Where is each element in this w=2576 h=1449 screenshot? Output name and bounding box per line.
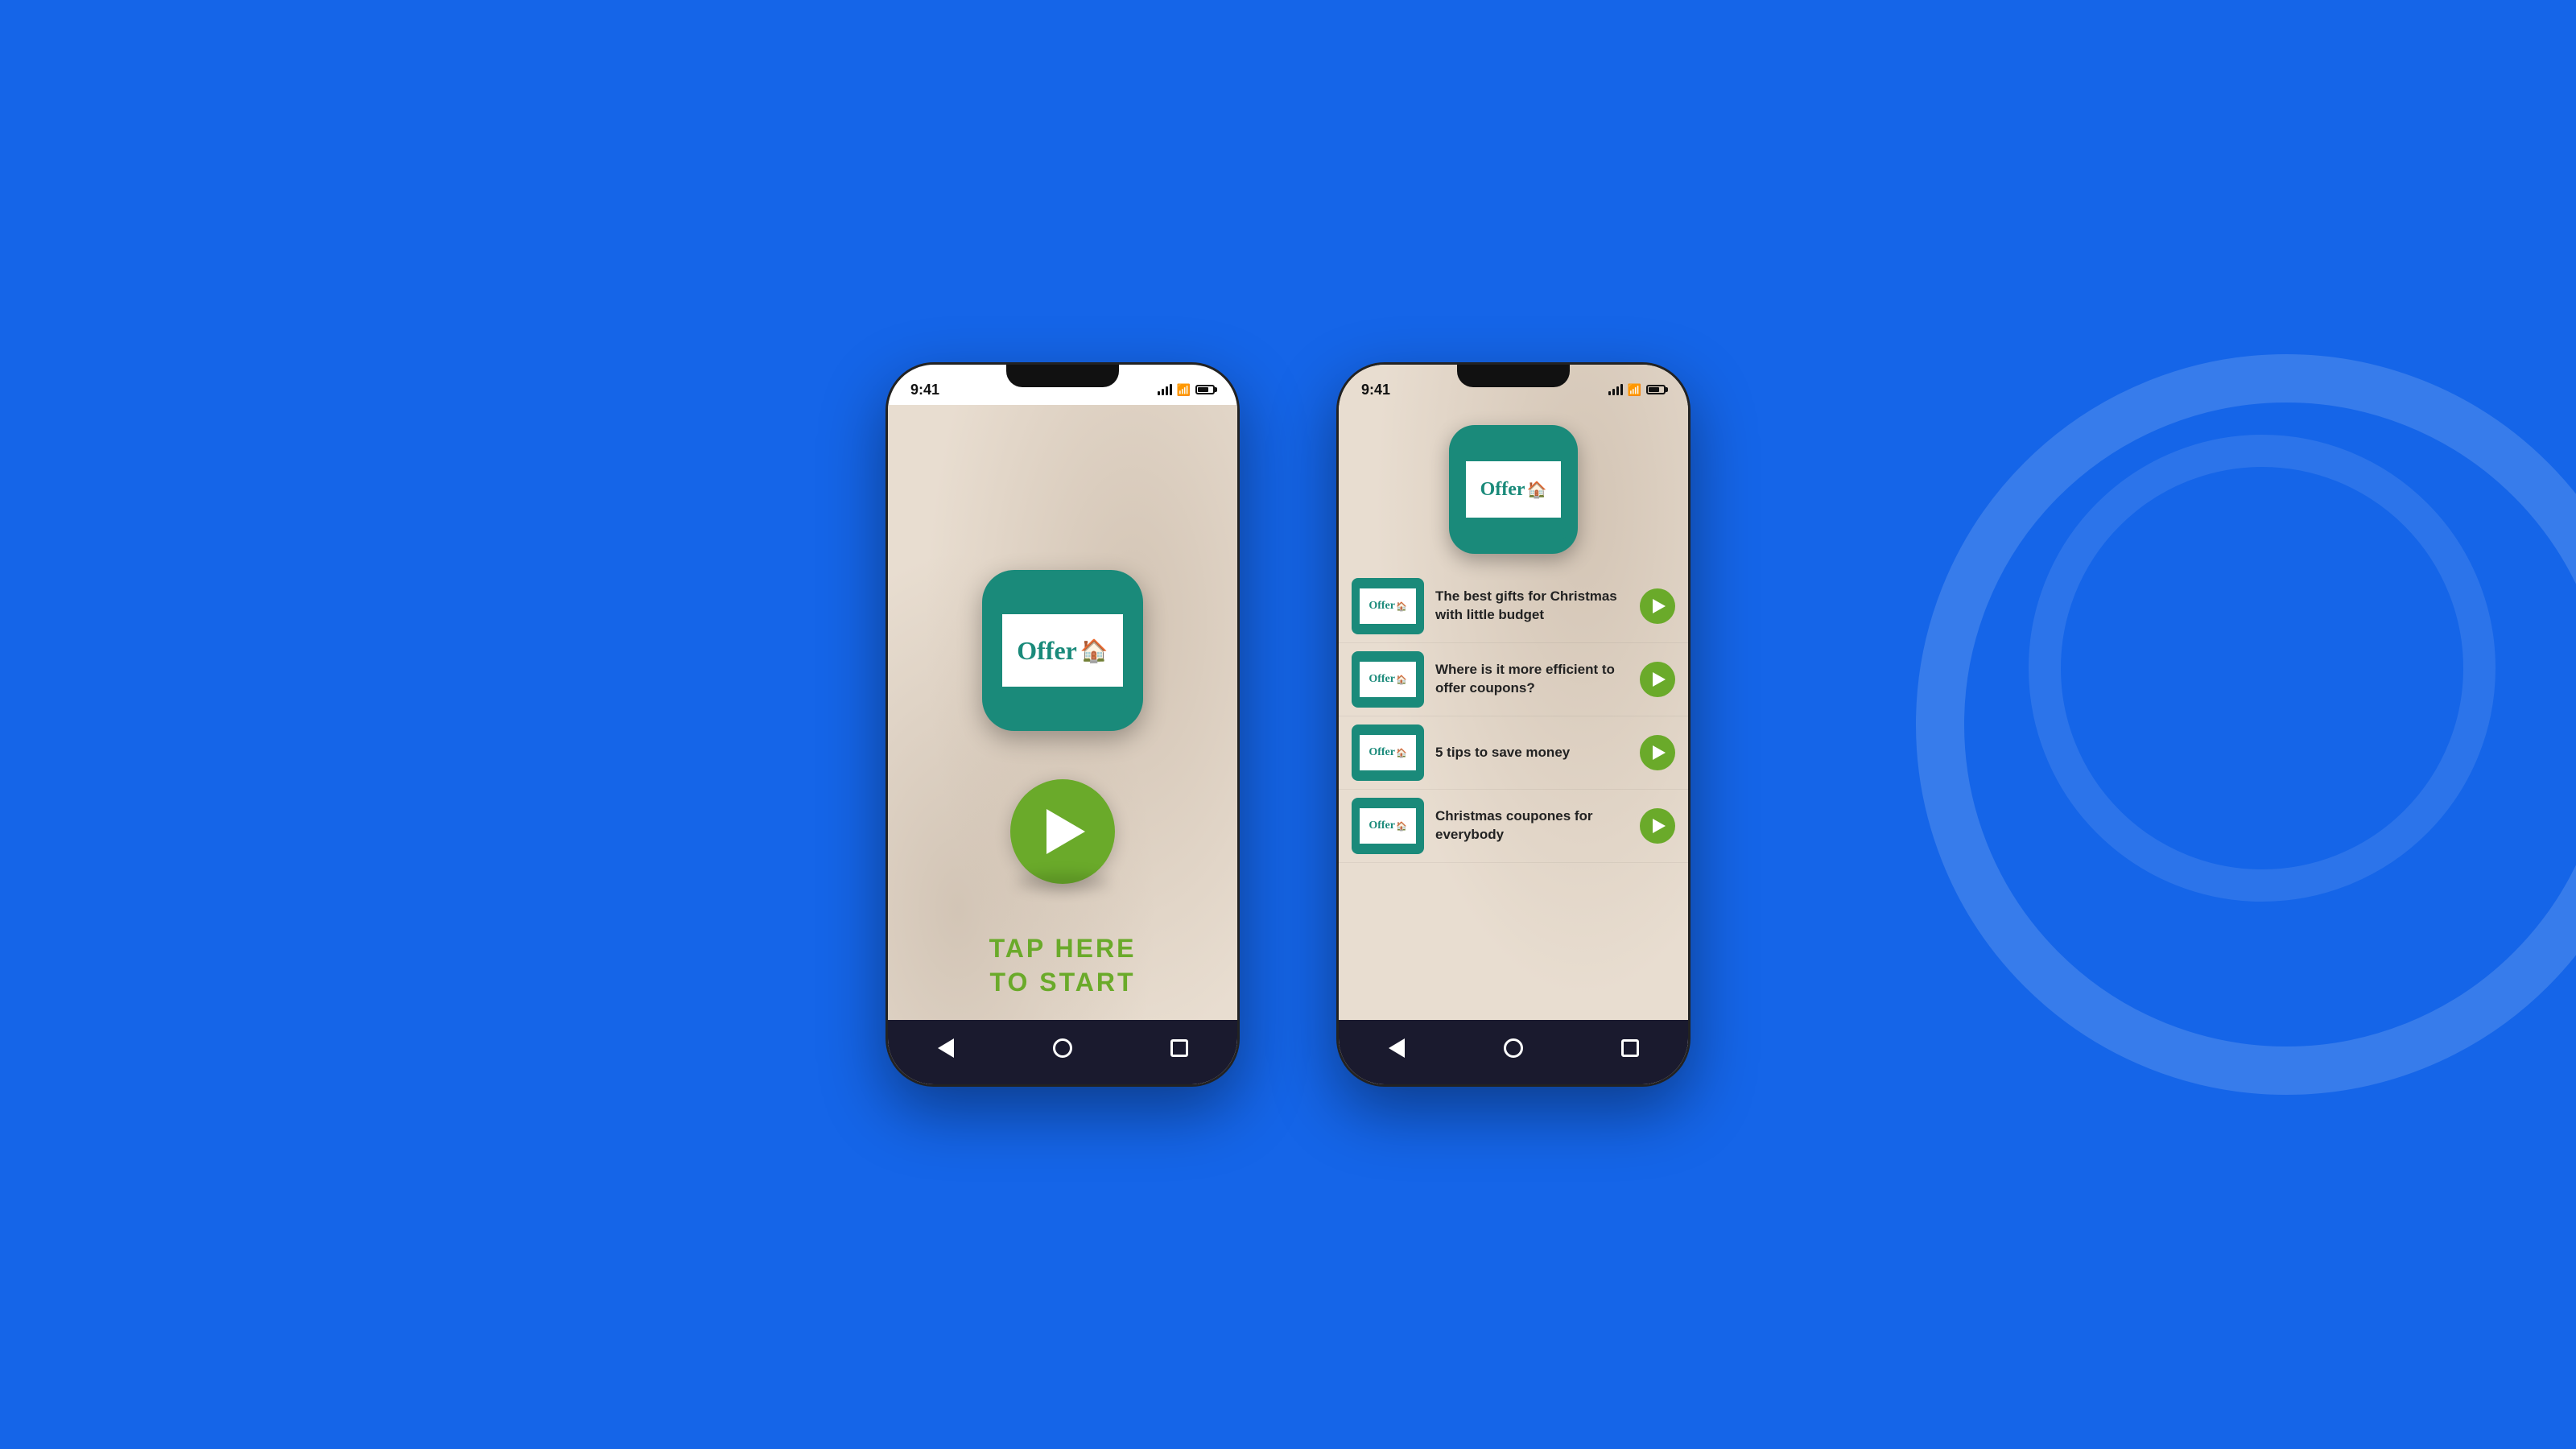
status-time-2: 9:41 (1361, 382, 1390, 398)
arrow-right-icon-medium: ► (1557, 530, 1568, 543)
nav-back-1[interactable] (930, 1032, 962, 1064)
arrow-right-icon-large: ► (1116, 698, 1130, 715)
video-title-3: 5 tips to save money (1435, 744, 1629, 762)
video-item-4[interactable]: Offer 🏠 Christmas coupones for everybody (1339, 790, 1688, 863)
play-triangle-3 (1653, 745, 1666, 760)
play-btn-3[interactable] (1640, 735, 1675, 770)
bottom-nav-2 (1339, 1020, 1688, 1084)
status-icons-2: 📶 (1608, 383, 1666, 397)
play-btn-2[interactable] (1640, 662, 1675, 697)
mini-arrow-4: 🏠 (1396, 821, 1407, 832)
nav-home-2[interactable] (1497, 1032, 1530, 1064)
signal-icon-2 (1608, 384, 1623, 395)
arrow-up-icon-large: 🏠 (1080, 638, 1108, 664)
app-icon-large: Offer 🏠 ► (982, 570, 1143, 731)
list-content: Offer 🏠 ► Offer 🏠 The best gifts for C (1339, 365, 1688, 1084)
arrow-up-icon-medium: 🏠 (1527, 480, 1547, 500)
nav-back-2[interactable] (1381, 1032, 1413, 1064)
video-thumb-4: Offer 🏠 (1352, 798, 1424, 854)
video-list: Offer 🏠 The best gifts for Christmas wit… (1339, 562, 1688, 871)
play-btn-1[interactable] (1640, 588, 1675, 624)
list-header: Offer 🏠 ► (1339, 409, 1688, 562)
wifi-icon-2: 📶 (1628, 383, 1641, 397)
signal-icon-1 (1158, 384, 1172, 395)
play-triangle-4 (1653, 819, 1666, 833)
video-thumb-1: Offer 🏠 (1352, 578, 1424, 634)
bottom-nav-1 (888, 1020, 1237, 1084)
mini-icon-2: Offer 🏠 (1360, 662, 1416, 697)
video-item-1[interactable]: Offer 🏠 The best gifts for Christmas wit… (1339, 570, 1688, 643)
wifi-icon-1: 📶 (1177, 383, 1191, 397)
play-triangle-large (1046, 809, 1085, 854)
app-icon-inner-large: Offer 🏠 (1002, 614, 1123, 687)
phone-1: 9:41 📶 Offer 🏠 ► (886, 362, 1240, 1087)
app-icon-inner-medium: Offer 🏠 (1466, 461, 1561, 518)
splash-content: Offer 🏠 ► TAP HERE TO START (888, 405, 1237, 1084)
status-time-1: 9:41 (910, 382, 939, 398)
tap-text[interactable]: TAP HERE TO START (989, 932, 1137, 999)
mini-icon-4: Offer 🏠 (1360, 808, 1416, 844)
play-triangle-1 (1653, 599, 1666, 613)
battery-icon-2 (1646, 385, 1666, 394)
mini-icon-3: Offer 🏠 (1360, 735, 1416, 770)
video-title-1: The best gifts for Christmas with little… (1435, 588, 1629, 625)
play-btn-4[interactable] (1640, 808, 1675, 844)
app-icon-medium: Offer 🏠 ► (1449, 425, 1578, 554)
app-icon-label-large: Offer (1017, 636, 1077, 666)
nav-home-1[interactable] (1046, 1032, 1079, 1064)
notch-1 (1006, 365, 1119, 387)
app-icon-label-medium: Offer (1480, 479, 1525, 501)
mini-arrow-3: 🏠 (1396, 748, 1407, 758)
screen-splash: 9:41 📶 Offer 🏠 ► (888, 365, 1237, 1084)
screen-list: 9:41 📶 Offer 🏠 ► (1339, 365, 1688, 1084)
video-title-2: Where is it more efficient to offer coup… (1435, 661, 1629, 698)
mini-icon-1: Offer 🏠 (1360, 588, 1416, 624)
video-thumb-2: Offer 🏠 (1352, 651, 1424, 708)
video-item-2[interactable]: Offer 🏠 Where is it more efficient to of… (1339, 643, 1688, 716)
video-thumb-3: Offer 🏠 (1352, 724, 1424, 781)
video-item-3[interactable]: Offer 🏠 5 tips to save money (1339, 716, 1688, 790)
phone-2: 9:41 📶 Offer 🏠 ► (1336, 362, 1690, 1087)
battery-icon-1 (1195, 385, 1215, 394)
nav-recent-1[interactable] (1163, 1032, 1195, 1064)
notch-2 (1457, 365, 1570, 387)
mini-arrow-2: 🏠 (1396, 675, 1407, 685)
nav-recent-2[interactable] (1614, 1032, 1646, 1064)
mini-arrow-1: 🏠 (1396, 601, 1407, 612)
status-icons-1: 📶 (1158, 383, 1215, 397)
play-triangle-2 (1653, 672, 1666, 687)
video-title-4: Christmas coupones for everybody (1435, 807, 1629, 844)
play-button-large[interactable] (1010, 779, 1115, 884)
